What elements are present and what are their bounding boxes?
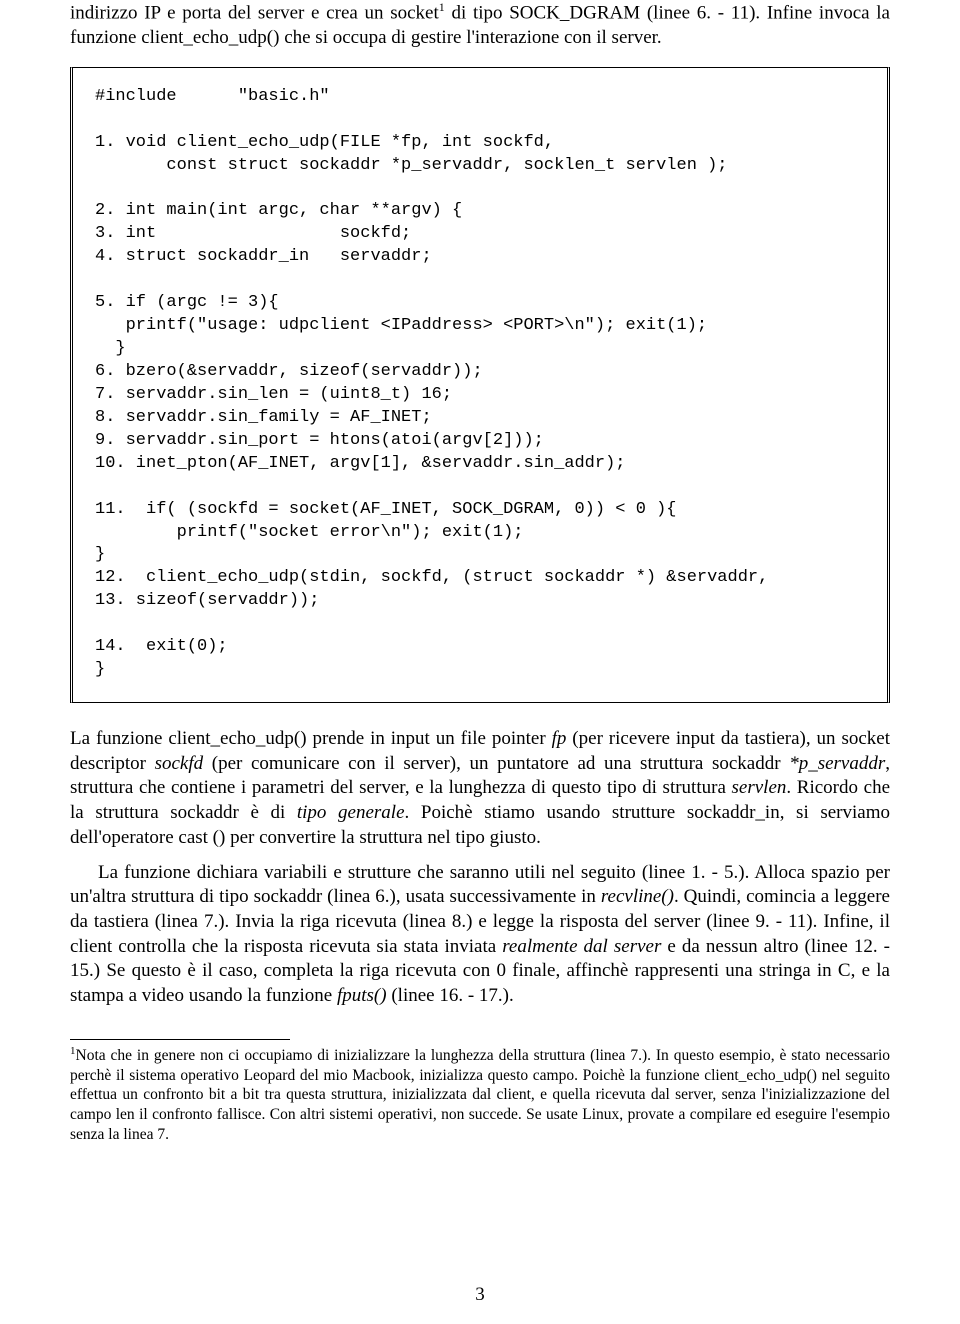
intro-text-1: indirizzo IP e porta del server e crea u… (70, 2, 439, 23)
p2-tipogen: tipo generale (297, 802, 405, 823)
footnote-text: Nota che in genere non ci occupiamo di i… (70, 1047, 890, 1143)
p2-sockfd: sockfd (155, 753, 204, 774)
p3-s4: (linee 16. - 17.). (387, 985, 514, 1006)
p2-pservaddr: *p_servaddr (789, 753, 885, 774)
page: indirizzo IP e porta del server e crea u… (0, 0, 960, 1324)
p2-s1: La funzione client_echo_udp() prende in … (70, 728, 552, 749)
body-paragraph-1: La funzione client_echo_udp() prende in … (70, 727, 890, 850)
footnote-separator (70, 1039, 290, 1040)
body-paragraph-2: La funzione dichiara variabili e struttu… (70, 861, 890, 1009)
page-number: 3 (0, 1284, 960, 1306)
p2-s3: (per comunicare con il server), un punta… (203, 753, 789, 774)
p3-fputs: fputs() (337, 985, 387, 1006)
p3-recvline: recvline() (601, 886, 674, 907)
p2-servlen: servlen (732, 777, 787, 798)
footnote-1: 1Nota che in genere non ci occupiamo di … (70, 1044, 890, 1145)
code-listing: #include "basic.h" 1. void client_echo_u… (70, 67, 890, 703)
intro-paragraph: indirizzo IP e porta del server e crea u… (70, 0, 890, 51)
p2-fp: fp (552, 728, 567, 749)
p3-realmente: realmente dal server (502, 936, 661, 957)
